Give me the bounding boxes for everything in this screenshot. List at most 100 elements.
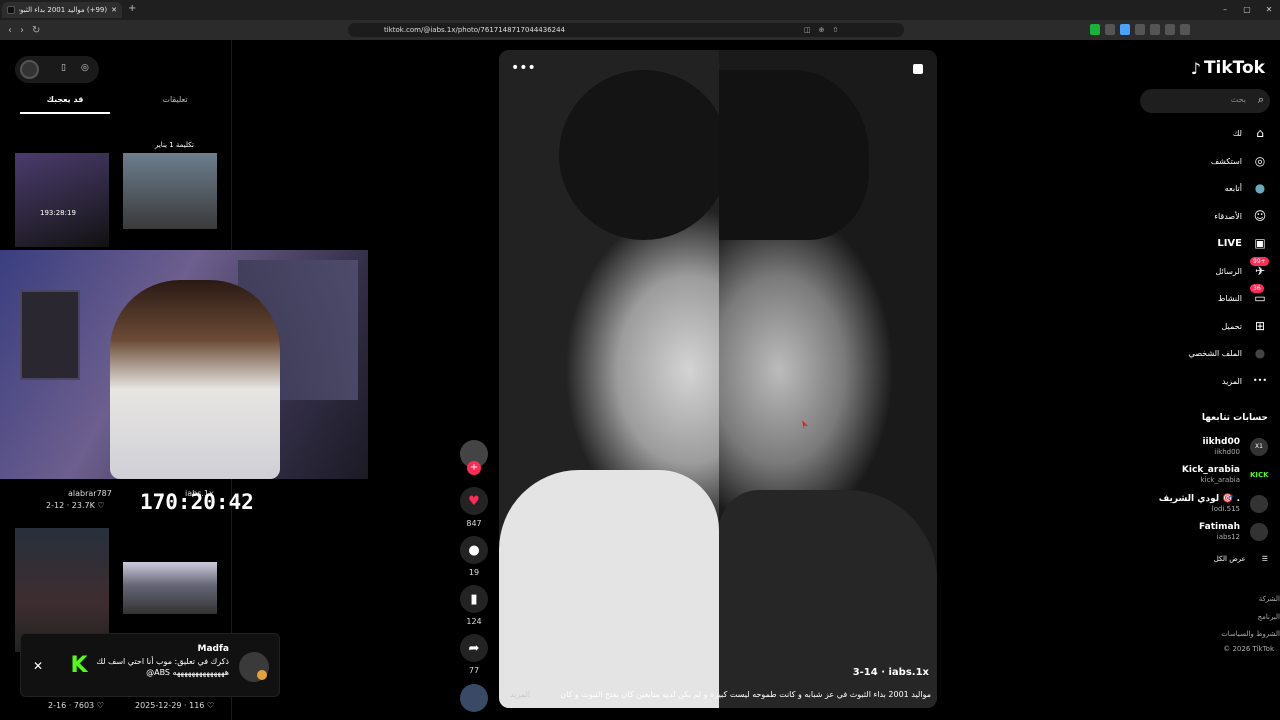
avatar: KICK: [1250, 466, 1269, 484]
sidebar-item-label: تحميل: [1221, 321, 1243, 331]
notification-toast[interactable]: ✕ K Madfa ذكرك في تعليق: موب أنا احتي اس…: [20, 633, 280, 697]
compass-icon[interactable]: ◎: [81, 63, 89, 73]
activity-badge: 36: [1250, 284, 1264, 293]
maximize-button[interactable]: ▢: [1236, 0, 1258, 20]
footer-link-terms[interactable]: الشروط والسياسات: [1221, 630, 1280, 638]
creator-pill[interactable]: ▯ ◎: [15, 56, 99, 83]
heart-icon: ♥: [460, 487, 488, 515]
reader-icon[interactable]: ◫: [804, 23, 811, 37]
tiktok-favicon-icon: [7, 6, 15, 14]
hair-shape: [559, 70, 729, 240]
tiktok-note-icon: ♪: [1190, 58, 1201, 78]
sidebar-item-explore[interactable]: استكشف ◎: [1133, 151, 1268, 171]
search-placeholder: بحث: [1230, 95, 1246, 104]
sidebar-item-upload[interactable]: تحميل ⊞: [1133, 316, 1268, 336]
notification-sender: Madfa: [197, 644, 229, 654]
followed-account[interactable]: iikhd00 iikhd00 X1: [1138, 435, 1268, 459]
messages-badge: 99+: [1250, 257, 1269, 266]
more-icon: •••: [1252, 376, 1268, 385]
followed-account[interactable]: Fatimah iabs12: [1138, 520, 1268, 544]
extension-icon[interactable]: [1120, 24, 1130, 35]
followed-account[interactable]: Kick_arabia kick_arabia KICK: [1138, 463, 1269, 487]
video-thumbnail[interactable]: [123, 562, 217, 614]
sidebar-item-for-you[interactable]: لك ⌂: [1133, 123, 1268, 143]
phone-icon[interactable]: ▯: [61, 63, 66, 73]
panel-tabs: قد يعجبك تعليقات: [20, 93, 220, 115]
video-thumbnail[interactable]: [123, 153, 217, 229]
avatar: [1250, 523, 1268, 541]
see-all-label: عرض الكل: [1213, 555, 1246, 563]
sidebar-item-label: الملف الشخصي: [1188, 348, 1242, 358]
video-thumbnail[interactable]: 193:28:19: [15, 153, 109, 247]
sidebar-item-messages[interactable]: الرسائل ✈ 99+: [1133, 257, 1269, 281]
reload-icon[interactable]: ↻: [32, 25, 40, 36]
sidebar-item-more[interactable]: المزيد •••: [1133, 371, 1268, 391]
save-button[interactable]: ▮ 124: [458, 585, 490, 626]
sidebar-item-live[interactable]: LIVE ▣: [1133, 233, 1268, 253]
photo-post-viewer[interactable]: ••• 3-14 · iabs.1x موالید 2001 بداء الثب…: [499, 50, 937, 708]
account-name: Fatimah: [1199, 522, 1240, 532]
sidebar-item-label: لك: [1232, 128, 1242, 138]
extension-icon[interactable]: [1165, 24, 1175, 35]
share-button[interactable]: ➦ 77: [458, 634, 490, 675]
sidebar-item-label: النشاط: [1217, 293, 1242, 303]
tiktok-logo[interactable]: ♪ TikTok: [1191, 58, 1265, 78]
thumbnail-user: alabrar787: [68, 489, 112, 498]
following-avatar-icon: ●: [1254, 181, 1266, 195]
footer-link-company[interactable]: الشركة: [1259, 595, 1280, 603]
account-name: iikhd00: [1202, 437, 1240, 447]
extension-icon[interactable]: [1090, 24, 1100, 35]
account-handle: kick_arabia: [1200, 476, 1240, 484]
back-icon[interactable]: ‹: [8, 25, 12, 36]
extension-icon[interactable]: [1150, 24, 1160, 35]
sidebar-item-profile[interactable]: الملف الشخصي ●: [1133, 343, 1268, 363]
shirt-shape: [499, 470, 719, 708]
tab-liked[interactable]: قد يعجبك: [20, 93, 110, 114]
streamer-figure: [110, 280, 280, 479]
search-icon[interactable]: ⌕: [1258, 93, 1264, 107]
new-tab-button[interactable]: +: [128, 3, 136, 14]
comment-button[interactable]: ● 19: [458, 536, 490, 577]
share-icon[interactable]: ⇧: [833, 23, 839, 37]
tab-comments[interactable]: تعليقات: [130, 93, 220, 107]
sidebar-item-friends[interactable]: الأصدقاء ☺: [1133, 206, 1268, 226]
forward-icon[interactable]: ›: [20, 25, 24, 36]
list-icon: ☰: [1261, 555, 1268, 563]
extension-icon[interactable]: [1135, 24, 1145, 35]
close-window-button[interactable]: ✕: [1258, 0, 1280, 20]
thumbnail-caption: تكليمة 1 يناير: [155, 141, 194, 149]
author-name: iabs.1x: [888, 667, 930, 678]
sidebar-item-label: LIVE: [1217, 237, 1242, 249]
browser-tab[interactable]: (99+) موالید 2001 بداء الثبوث في ✕: [2, 2, 122, 18]
tab-title: (99+) موالید 2001 بداء الثبوث في: [19, 6, 108, 14]
extension-icon[interactable]: [1180, 24, 1190, 35]
sidebar-item-activity[interactable]: النشاط ▭ 36: [1133, 284, 1268, 308]
follow-plus-icon[interactable]: +: [467, 461, 481, 475]
extension-icon[interactable]: [1105, 24, 1115, 35]
sidebar-item-label: الرسائل: [1215, 266, 1243, 276]
account-name: Kick_arabia: [1181, 465, 1240, 475]
sidebar-item-following[interactable]: أتابعه ●: [1133, 178, 1268, 198]
post-date: 3-14: [852, 667, 878, 678]
post-author[interactable]: 3-14 · iabs.1x: [853, 667, 929, 678]
account-handle: iikhd00: [1214, 448, 1240, 456]
music-disc-button[interactable]: [458, 684, 490, 712]
minimize-button[interactable]: –: [1214, 0, 1236, 20]
close-tab-icon[interactable]: ✕: [111, 6, 117, 14]
hair-shape: [719, 70, 869, 240]
more-options-icon[interactable]: •••: [511, 60, 536, 76]
zoom-icon[interactable]: ⊕: [819, 23, 825, 37]
see-more-link[interactable]: المزيد: [510, 690, 530, 699]
like-button[interactable]: ♥ 847: [458, 487, 490, 528]
followed-account[interactable]: لودي الشريف 🎯 . lodi.515: [1138, 492, 1268, 516]
search-input[interactable]: بحث ⌕: [1140, 89, 1270, 113]
comment-icon: ●: [460, 536, 488, 564]
footer-link-program[interactable]: البرنامج: [1258, 613, 1280, 621]
url-text: tiktok.com/@iabs.1x/photo/76171487170444…: [384, 26, 566, 34]
close-icon[interactable]: ✕: [33, 659, 43, 673]
avatar: [20, 60, 39, 79]
thumbnail-caption: 193:28:19: [40, 209, 76, 217]
sidebar-item-label: استكشف: [1210, 156, 1242, 166]
volume-icon[interactable]: [913, 64, 923, 74]
see-all-button[interactable]: عرض الكل ☰: [1214, 555, 1268, 563]
